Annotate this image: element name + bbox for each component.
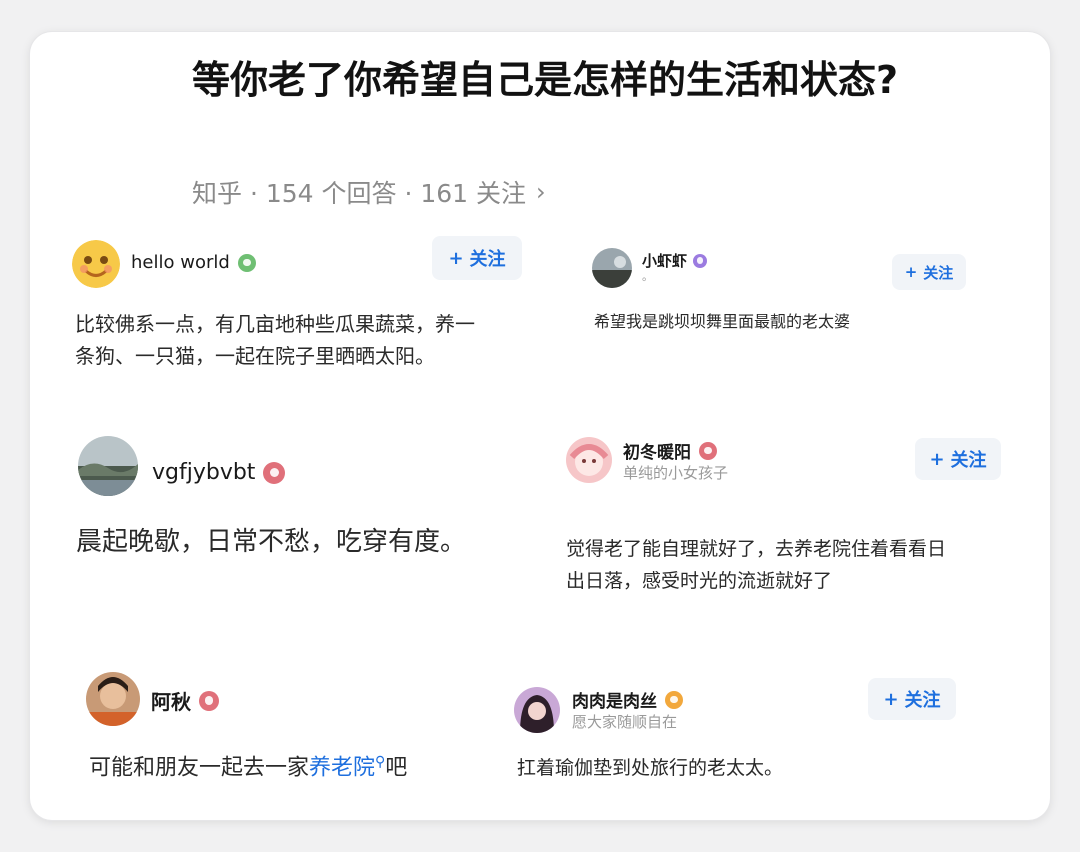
avatar-hello-world[interactable]: [72, 240, 120, 288]
author-bio: 单纯的小女孩子: [623, 464, 729, 482]
avatar-vgfjybvbt[interactable]: [78, 436, 138, 496]
chevron-right-icon: ›: [536, 178, 546, 206]
plus-icon: +: [883, 688, 899, 710]
question-title[interactable]: 等你老了你希望自己是怎样的生活和状态?: [192, 52, 912, 108]
follow-button-chudong-nuanyang[interactable]: + 关注: [915, 438, 1001, 480]
verified-badge-icon: [237, 253, 256, 272]
answer-text-chudong-nuanyang[interactable]: 觉得老了能自理就好了，去养老院住着看看日 出日落，感受时光的流逝就好了: [566, 533, 946, 597]
author-row-vgfjybvbt: vgfjybvbt: [152, 460, 286, 485]
search-icon: ⚲: [375, 754, 386, 770]
author-name[interactable]: 初冬暖阳: [623, 438, 691, 463]
avatar-rouroushirousi[interactable]: [514, 687, 560, 733]
author-row-aqiu: 阿秋: [151, 686, 219, 715]
topic-link-yanglaoyuan[interactable]: 养老院: [309, 755, 375, 780]
answer-text-vgfjybvbt[interactable]: 晨起晚歇，日常不愁，吃穿有度。: [76, 524, 466, 560]
avatar-chudong-nuanyang[interactable]: [566, 437, 612, 483]
answer-text-hello-world[interactable]: 比较佛系一点，有几亩地种些瓜果蔬菜，养一 条狗、一只猫，一起在院子里晒晒太阳。: [75, 308, 475, 372]
verified-badge-icon: [693, 253, 708, 268]
answer-text-xiaoxiaxia[interactable]: 希望我是跳坝坝舞里面最靓的老太婆: [594, 310, 850, 334]
plus-icon: +: [929, 448, 945, 470]
verified-badge-icon: [199, 690, 219, 711]
author-name[interactable]: 阿秋: [151, 686, 191, 715]
plus-icon: +: [448, 247, 464, 269]
verified-badge-icon: [699, 441, 717, 460]
answer-text-prefix: 可能和朋友一起去一家: [89, 755, 310, 781]
achievement-badge-icon: [665, 690, 683, 709]
avatar-aqiu[interactable]: [86, 672, 140, 726]
author-name[interactable]: hello world: [131, 252, 230, 273]
follow-label: 关注: [950, 450, 987, 471]
follow-button-xiaoxiaxia[interactable]: + 关注: [892, 254, 966, 290]
answer-line: 出日落，感受时光的流逝就好了: [566, 570, 833, 592]
question-stats: 知乎 · 154 个回答 · 161 关注: [192, 179, 527, 208]
author-name[interactable]: 肉肉是肉丝: [572, 687, 657, 712]
verified-badge-icon: [263, 461, 286, 484]
answer-text-aqiu[interactable]: 可能和朋友一起去一家养老院⚲吧: [89, 746, 407, 784]
answer-line: 条狗、一只猫，一起在院子里晒晒太阳。: [75, 344, 435, 368]
answer-text-suffix: 吧: [385, 755, 408, 781]
author-row-hello-world: hello world: [131, 252, 256, 273]
author-row-chudong-nuanyang: 初冬暖阳: [623, 438, 717, 463]
question-meta[interactable]: 知乎 · 154 个回答 · 161 关注 ›: [192, 174, 546, 210]
answer-line: 觉得老了能自理就好了，去养老院住着看看日: [566, 538, 947, 560]
follow-label: 关注: [469, 249, 506, 270]
follow-button-hello-world[interactable]: + 关注: [432, 236, 522, 280]
answer-line: 比较佛系一点，有几亩地种些瓜果蔬菜，养一: [75, 312, 475, 336]
answer-text-rouroushirousi[interactable]: 扛着瑜伽垫到处旅行的老太太。: [517, 754, 783, 782]
author-bio: 愿大家随顺自在: [572, 713, 678, 731]
follow-label: 关注: [904, 690, 941, 711]
follow-label: 关注: [923, 263, 954, 282]
plus-icon: +: [904, 263, 918, 281]
follow-button-rouroushirousi[interactable]: + 关注: [868, 678, 956, 720]
author-name[interactable]: vgfjybvbt: [152, 460, 255, 485]
author-row-rouroushirousi: 肉肉是肉丝: [572, 687, 683, 712]
avatar-xiaoxiaxia[interactable]: [592, 248, 632, 288]
author-bio: 。: [642, 270, 653, 283]
